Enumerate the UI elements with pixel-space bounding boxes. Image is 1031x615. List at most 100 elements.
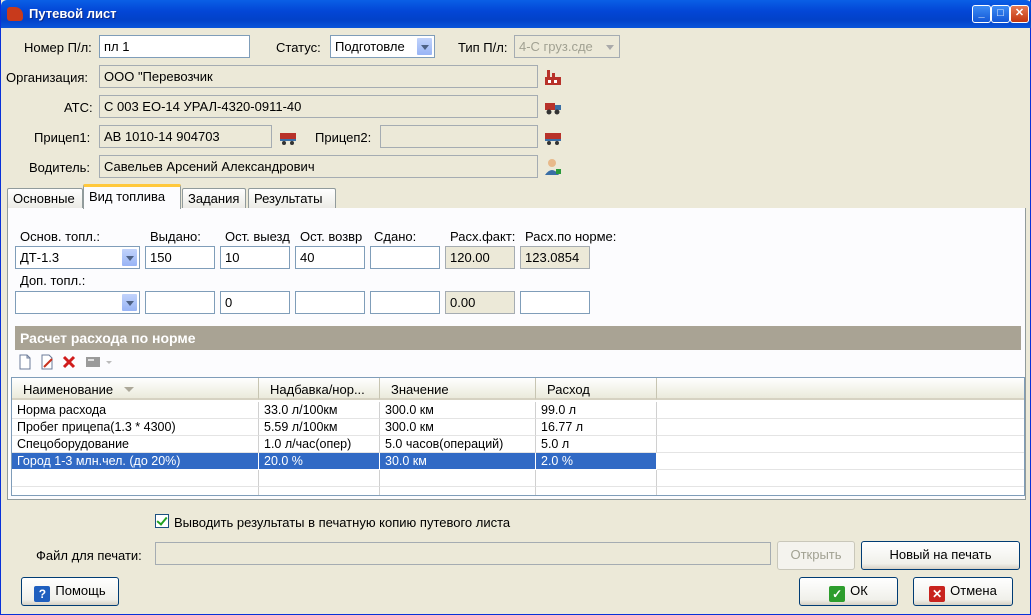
factory-icon[interactable] [544,68,562,86]
main-fuel-select[interactable]: ДТ-1.3 [15,246,140,269]
table-cell[interactable]: Спецоборудование [12,436,259,453]
grid-header-surcharge[interactable]: Надбавка/нор... [259,378,380,400]
table-empty-cell[interactable] [657,402,1024,419]
issued-input[interactable]: 150 [145,246,215,269]
table-empty-cell[interactable] [657,436,1024,453]
table-cell[interactable]: 5.0 часов(операций) [380,436,536,453]
table-cell[interactable]: 5.59 л/100км [259,419,380,436]
tab-fuel[interactable]: Вид топлива [83,184,181,209]
trailer-icon[interactable] [279,128,297,146]
ats-field[interactable]: С 003 ЕО-14 УРАЛ-4320-0911-40 [99,95,538,118]
org-field[interactable]: ООО "Перевозчик [99,65,538,88]
main-fuel-label: Основ. топл.: [20,229,101,244]
table-cell[interactable]: 16.77 л [536,419,657,436]
table-cell[interactable]: 30.0 км [380,453,536,470]
truck-icon[interactable] [544,98,562,116]
trailer2-field[interactable] [380,125,538,148]
trailer-icon[interactable] [544,128,562,146]
grid-header-value[interactable]: Значение [380,378,536,400]
sort-arrow-icon [123,387,134,392]
extra-fact-field: 0.00 [445,291,515,314]
close-button[interactable]: ✕ [1010,5,1029,23]
close-icon: ✕ [929,586,946,602]
file-field[interactable] [155,542,771,565]
handed-input[interactable] [370,246,440,269]
grid-header-consumption[interactable]: Расход [536,378,657,400]
type-value: 4-С груз.сде [519,39,593,54]
minimize-button[interactable]: _ [972,5,991,23]
cancel-button[interactable]: ✕ Отмена [913,577,1013,606]
table-empty-cell[interactable] [12,470,259,487]
rest-return-input[interactable]: 40 [295,246,365,269]
fact-label: Расх.факт: [450,229,516,244]
calculator-icon [86,357,100,367]
table-empty-cell[interactable] [380,487,536,495]
maximize-button[interactable]: □ [991,5,1010,23]
rest-out-input[interactable]: 10 [220,246,290,269]
app-icon [7,7,23,21]
status-value: Подготовле [335,39,405,54]
table-empty-cell[interactable] [259,487,380,495]
extra-issued-input[interactable] [145,291,215,314]
table-cell[interactable]: 5.0 л [536,436,657,453]
fact-field: 120.00 [445,246,515,269]
open-button[interactable]: Открыть [777,541,855,570]
table-cell[interactable]: Город 1-3 млн.чел. (до 20%) [12,453,259,470]
print-checkbox[interactable] [155,514,169,528]
tab-tasks[interactable]: Задания [182,188,246,208]
trailer1-field[interactable]: АВ 1010-14 904703 [99,125,272,148]
waybill-window: Путевой лист _ □ ✕ Номер П/л: пл 1 Стату… [0,0,1031,615]
new-print-button[interactable]: Новый на печать [861,541,1020,570]
tab-main[interactable]: Основные [7,188,83,208]
trailer2-label: Прицеп2: [315,130,372,145]
table-cell[interactable]: 33.0 л/100км [259,402,380,419]
extra-rest-return-input[interactable] [295,291,365,314]
table-empty-cell[interactable] [536,470,657,487]
chevron-down-icon[interactable] [416,37,433,56]
extra-handed-input[interactable] [370,291,440,314]
chevron-down-icon[interactable] [121,248,138,267]
driver-field[interactable]: Савельев Арсений Александрович [99,155,538,178]
print-checkbox-label[interactable]: Выводить результаты в печатную копию пут… [174,515,510,530]
driver-label: Водитель: [29,160,91,175]
table-empty-cell[interactable] [657,470,1024,487]
org-label: Организация: [6,70,89,85]
ok-button[interactable]: ✓ ОК [799,577,898,606]
table-cell[interactable]: 20.0 % [259,453,380,470]
table-cell[interactable]: 99.0 л [536,402,657,419]
issued-label: Выдано: [150,229,201,244]
extra-norm-input[interactable] [520,291,590,314]
table-empty-cell[interactable] [657,487,1024,495]
table-cell[interactable]: Пробег прицепа(1.3 * 4300) [12,419,259,436]
table-empty-cell[interactable] [657,453,1024,470]
table-empty-cell[interactable] [380,470,536,487]
help-button-label: Помощь [55,583,106,598]
status-select[interactable]: Подготовле [330,35,435,58]
table-cell[interactable]: Норма расхода [12,402,259,419]
new-document-icon[interactable] [17,354,33,370]
title-bar[interactable]: Путевой лист _ □ ✕ [1,0,1031,28]
extra-fuel-label: Доп. топл.: [20,273,86,288]
table-empty-cell[interactable] [657,419,1024,436]
grid-header-name[interactable]: Наименование [12,378,259,400]
delete-icon[interactable] [61,354,77,370]
table-empty-cell[interactable] [12,487,259,495]
table-empty-cell[interactable] [259,470,380,487]
chevron-down-icon [106,361,112,364]
table-cell[interactable]: 300.0 км [380,402,536,419]
table-cell[interactable]: 300.0 км [380,419,536,436]
table-empty-cell[interactable] [536,487,657,495]
table-cell[interactable]: 2.0 % [536,453,657,470]
chevron-down-icon[interactable] [121,293,138,312]
extra-fuel-select[interactable] [15,291,140,314]
edit-document-icon[interactable] [39,354,55,370]
help-button[interactable]: ? Помощь [21,577,119,606]
ok-button-label: ОК [850,583,868,598]
extra-rest-out-input[interactable]: 0 [220,291,290,314]
person-icon[interactable] [544,158,562,176]
status-label: Статус: [276,40,321,55]
trailer1-label: Прицеп1: [34,130,91,145]
table-cell[interactable]: 1.0 л/час(опер) [259,436,380,453]
number-input[interactable]: пл 1 [99,35,250,58]
tab-results[interactable]: Результаты [248,188,336,208]
